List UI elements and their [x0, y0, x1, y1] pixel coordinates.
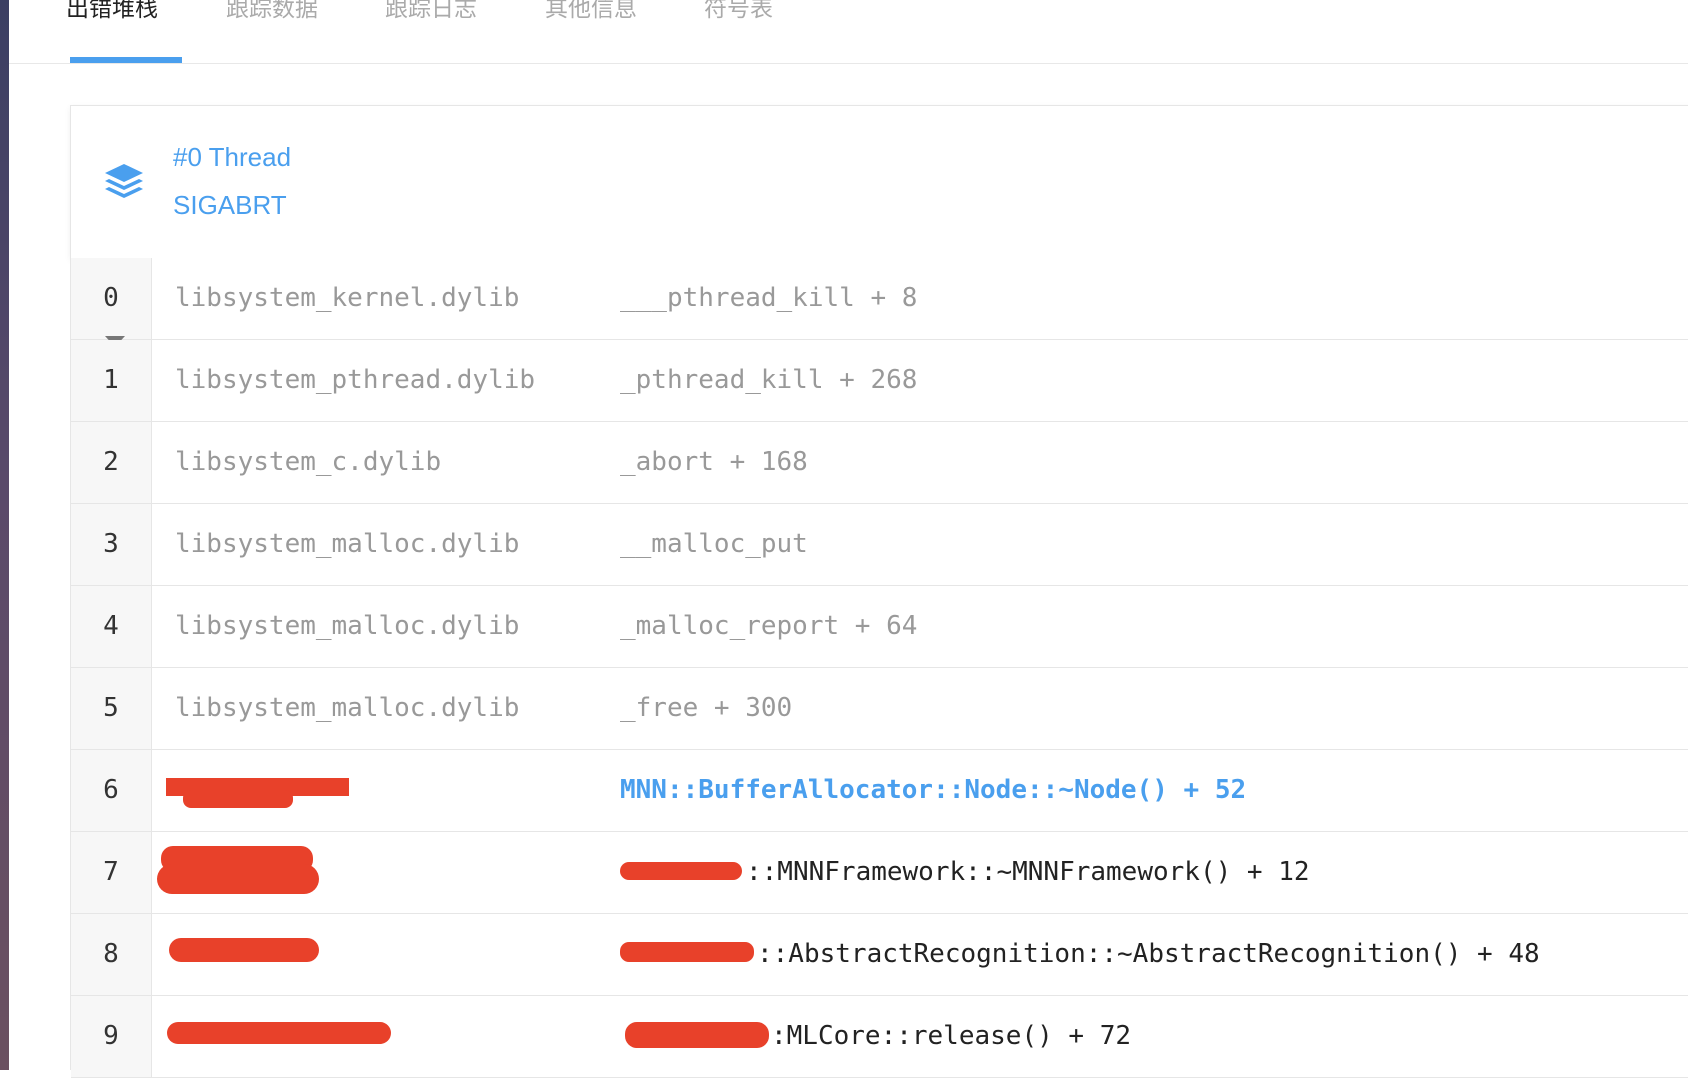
tab-other-info[interactable]: 其他信息 [545, 0, 637, 32]
stack-frame-row[interactable]: 6 MNN::BufferAllocator::Node::~Node() + … [71, 750, 1688, 832]
frame-index: 3 [71, 504, 152, 585]
redaction-mark [169, 938, 319, 962]
frame-symbol: _free + 300 [620, 693, 793, 723]
frame-symbol: MNN::BufferAllocator::Node::~Node() + 52 [620, 775, 1247, 805]
redaction-mark [620, 942, 754, 962]
redaction-mark [625, 1022, 769, 1048]
stack-frame-row[interactable]: 7 ::MNNFramework::~MNNFramework() + 12 [71, 832, 1688, 914]
frame-index: 7 [71, 832, 152, 913]
redaction-mark [183, 790, 293, 808]
frame-library: libsystem_malloc.dylib [175, 529, 520, 559]
frame-index: 8 [71, 914, 152, 995]
stack-frame-row[interactable]: 5 libsystem_malloc.dylib _free + 300 [71, 668, 1688, 750]
frame-index: 1 [71, 340, 152, 421]
frame-index: 0 [71, 258, 152, 339]
tab-crash-stack[interactable]: 出错堆栈 [66, 0, 158, 32]
redaction-mark [620, 862, 742, 880]
frame-index: 4 [71, 586, 152, 667]
frame-library: libsystem_c.dylib [175, 447, 442, 477]
stack-frame-row[interactable]: 8 ::AbstractRecognition::~AbstractRecogn… [71, 914, 1688, 996]
frame-library: libsystem_malloc.dylib [175, 611, 520, 641]
tab-bar: 出错堆栈 跟踪数据 跟踪日志 其他信息 符号表 [9, 0, 1688, 64]
thread-header-card[interactable]: #0 Thread SIGABRT [70, 105, 1688, 259]
tab-trace-data[interactable]: 跟踪数据 [226, 0, 318, 32]
stack-frame-list: 0 libsystem_kernel.dylib ___pthread_kill… [70, 258, 1688, 1078]
frame-symbol: _malloc_report + 64 [620, 611, 918, 641]
frame-index: 9 [71, 996, 152, 1077]
frame-symbol: _abort + 168 [620, 447, 808, 477]
layers-icon [105, 164, 143, 198]
frame-index: 6 [71, 750, 152, 831]
frame-index: 5 [71, 668, 152, 749]
frame-index: 2 [71, 422, 152, 503]
redaction-mark [157, 864, 319, 894]
stack-frame-row[interactable]: 3 libsystem_malloc.dylib __malloc_put [71, 504, 1688, 586]
stack-frame-row[interactable]: 4 libsystem_malloc.dylib _malloc_report … [71, 586, 1688, 668]
thread-signal: SIGABRT [173, 190, 287, 220]
window-edge [0, 0, 9, 1070]
active-tab-indicator [70, 57, 182, 63]
frame-symbol: __malloc_put [620, 529, 808, 559]
frame-library: libsystem_malloc.dylib [175, 693, 520, 723]
redaction-mark [167, 1022, 391, 1044]
tab-symbol-table[interactable]: 符号表 [704, 0, 773, 32]
tab-trace-log[interactable]: 跟踪日志 [385, 0, 477, 32]
frame-symbol: ::AbstractRecognition::~AbstractRecognit… [757, 939, 1540, 969]
stack-frame-row[interactable]: 2 libsystem_c.dylib _abort + 168 [71, 422, 1688, 504]
thread-title: #0 Thread [173, 142, 292, 172]
frame-symbol: ::MNNFramework::~MNNFramework() + 12 [746, 857, 1310, 887]
frame-symbol: :MLCore::release() + 72 [771, 1021, 1132, 1051]
frame-library: libsystem_pthread.dylib [175, 365, 536, 395]
frame-library: libsystem_kernel.dylib [175, 283, 520, 313]
frame-symbol: _pthread_kill + 268 [620, 365, 918, 395]
stack-frame-row[interactable]: 0 libsystem_kernel.dylib ___pthread_kill… [71, 258, 1688, 347]
stack-frame-row[interactable]: 1 libsystem_pthread.dylib _pthread_kill … [71, 340, 1688, 422]
stack-frame-row[interactable]: 9 :MLCore::release() + 72 [71, 996, 1688, 1078]
frame-symbol: ___pthread_kill + 8 [620, 283, 918, 313]
